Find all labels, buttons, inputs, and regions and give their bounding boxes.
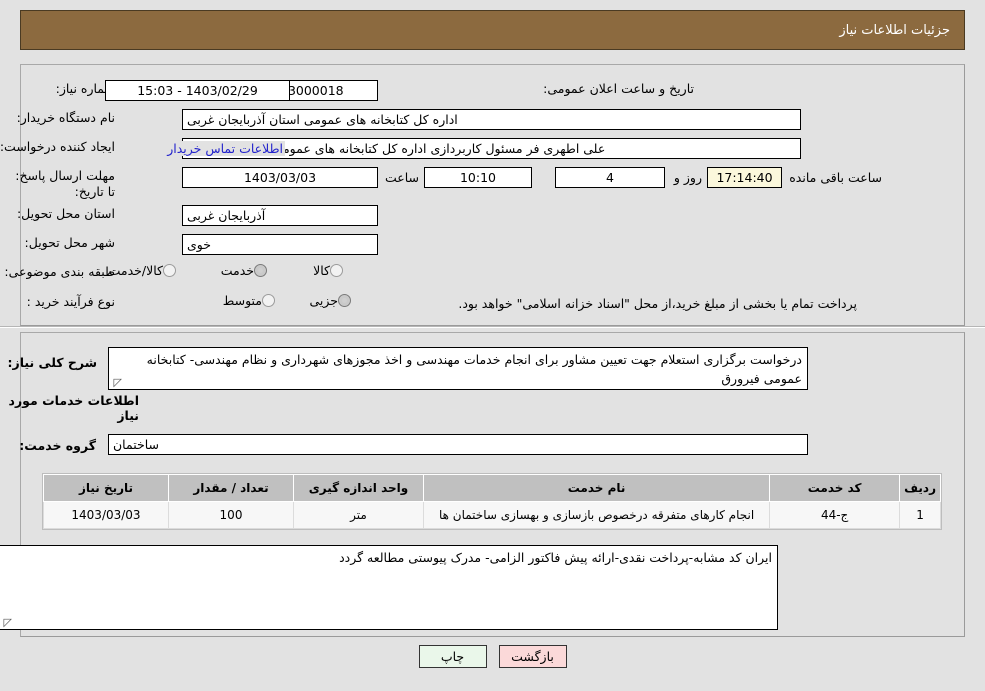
deadline-label: مهلت ارسال پاسخ: تا تاریخ: — [15, 168, 115, 199]
radio-category-kala-khedmat[interactable] — [163, 264, 176, 277]
radio-category-kala-khedmat-label: کالا/خدمت — [108, 263, 163, 278]
footer-button-bar: بازگشت چاپ — [0, 645, 985, 668]
table-row[interactable]: 1 ج-44 انجام کارهای متفرقه درخصوص بازساز… — [43, 501, 941, 529]
th-row: ردیف — [899, 474, 941, 502]
buyer-contact-link[interactable]: اطلاعات تماس خریدار — [165, 141, 285, 156]
treasury-payment-note: پرداخت تمام یا بخشی از مبلغ خرید،از محل … — [458, 296, 857, 311]
service-group-value: ساختمان — [108, 434, 808, 455]
th-qty: تعداد / مقدار — [168, 474, 294, 502]
th-date: تاریخ نیاز — [43, 474, 169, 502]
remaining-days-label: روز و — [673, 170, 702, 185]
radio-category-khedmat[interactable] — [254, 264, 267, 277]
th-name: نام خدمت — [422, 474, 771, 502]
countdown-timer-value: 17:14:40 — [707, 167, 782, 188]
cell-code: ج-44 — [769, 501, 901, 529]
services-table-container: ردیف کد خدمت نام خدمت واحد اندازه گیری ت… — [42, 473, 942, 530]
radio-process-jozii[interactable] — [338, 294, 351, 307]
delivery-city-value: خوی — [182, 234, 378, 255]
delivery-city-label: شهر محل تحویل: — [24, 235, 115, 250]
subject-category-label: طبقه بندی موضوعی: — [4, 264, 115, 279]
cell-row: 1 — [899, 501, 941, 529]
deadline-hour-value: 10:10 — [424, 167, 532, 188]
general-description-textarea[interactable]: درخواست برگزاری استعلام جهت تعیین مشاور … — [108, 347, 808, 390]
radio-category-kala-label: کالا — [313, 263, 330, 278]
general-description-label: شرح کلی نیاز: — [7, 355, 97, 370]
radio-process-jozii-label: جزیی — [309, 293, 338, 308]
deadline-date-value: 1403/03/03 — [182, 167, 378, 188]
countdown-label: ساعت باقی مانده — [789, 170, 882, 185]
page-root: AriaTender.net جزئیات اطلاعات نیاز شماره… — [0, 0, 985, 691]
cell-date: 1403/03/03 — [43, 501, 169, 529]
delivery-province-label: استان محل تحویل: — [16, 206, 115, 221]
radio-process-motevaset[interactable] — [262, 294, 275, 307]
page-title-bar: جزئیات اطلاعات نیاز — [20, 10, 965, 50]
purchase-process-label: نوع فرآیند خرید : — [26, 294, 115, 309]
buyer-org-value: اداره کل کتابخانه های عمومی استان آذربای… — [182, 109, 801, 130]
deadline-hour-label: ساعت — [384, 170, 419, 185]
buyer-notes-value: ایران کد مشابه-پرداخت نقدی-ارائه پیش فاک… — [339, 550, 772, 565]
buyer-notes-textarea[interactable]: ایران کد مشابه-پرداخت نقدی-ارائه پیش فاک… — [0, 545, 778, 630]
resize-grip-icon-notes[interactable]: ◸ — [2, 617, 12, 628]
service-group-label: گروه خدمت: — [19, 438, 96, 453]
resize-grip-icon[interactable]: ◸ — [112, 377, 122, 388]
announce-datetime-value: 1403/02/29 - 15:03 — [105, 80, 290, 101]
radio-process-motevaset-label: متوسط — [222, 293, 262, 308]
page-title: جزئیات اطلاعات نیاز — [839, 22, 950, 38]
th-unit: واحد اندازه گیری — [293, 474, 424, 502]
request-creator-label: ایجاد کننده درخواست: — [0, 139, 115, 154]
table-header-row: ردیف کد خدمت نام خدمت واحد اندازه گیری ت… — [43, 474, 941, 502]
radio-category-kala[interactable] — [330, 264, 343, 277]
cell-unit: متر — [293, 501, 424, 529]
general-description-value: درخواست برگزاری استعلام جهت تعیین مشاور … — [146, 352, 802, 386]
announce-datetime-label: تاریخ و ساعت اعلان عمومی: — [543, 81, 694, 96]
services-table: ردیف کد خدمت نام خدمت واحد اندازه گیری ت… — [43, 474, 941, 529]
radio-category-khedmat-label: خدمت — [220, 263, 254, 278]
buyer-org-label: نام دستگاه خریدار: — [16, 110, 115, 125]
remaining-days-value: 4 — [555, 167, 665, 188]
back-button[interactable]: بازگشت — [498, 645, 567, 668]
th-code: کد خدمت — [769, 474, 901, 502]
need-summary-panel — [20, 64, 965, 326]
delivery-province-value: آذربایجان غربی — [182, 205, 378, 226]
print-button[interactable]: چاپ — [418, 645, 487, 668]
services-section-heading: اطلاعات خدمات مورد نیاز — [8, 393, 139, 423]
cell-name: انجام کارهای متفرقه درخصوص بازسازی و بهس… — [422, 501, 771, 529]
cell-qty: 100 — [168, 501, 294, 529]
